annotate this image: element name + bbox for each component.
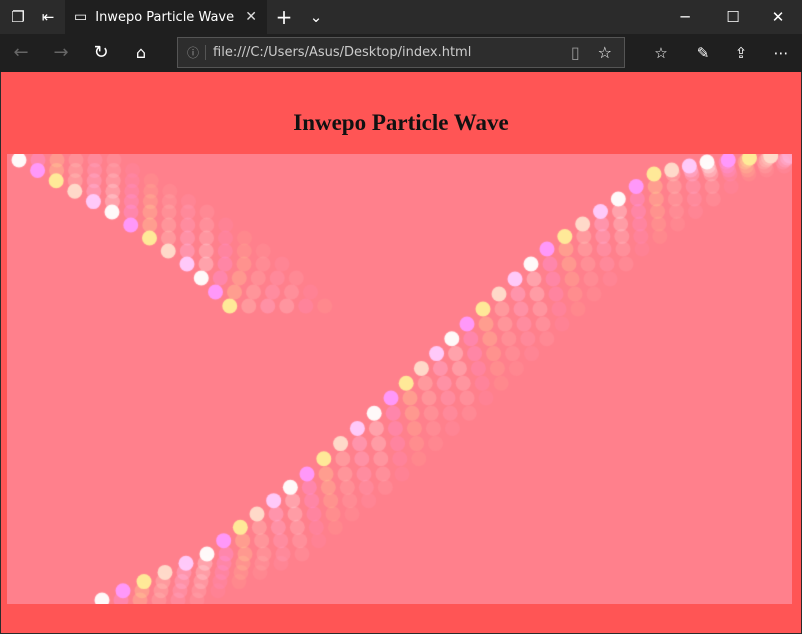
- tab-title: Inwepo Particle Wave: [95, 9, 235, 25]
- close-window-icon[interactable]: ✕: [763, 0, 793, 34]
- title-bar: ❐ ⇤ ▭ Inwepo Particle Wave ✕ + ⌄ ─ ☐ ✕: [0, 0, 802, 34]
- set-aside-tabs-icon[interactable]: ⇤: [34, 0, 62, 34]
- maximize-icon[interactable]: ☐: [718, 0, 748, 34]
- info-icon[interactable]: ⓘ: [187, 44, 199, 61]
- page-icon: ▭: [74, 9, 88, 25]
- more-icon[interactable]: ⋯: [766, 36, 796, 70]
- pen-icon[interactable]: ✎: [688, 36, 718, 70]
- reading-view-icon[interactable]: ▯: [571, 43, 580, 62]
- page-content: Inwepo Particle Wave: [1, 72, 801, 633]
- url-text[interactable]: file:///C:/Users/Asus/Desktop/index.html: [205, 45, 571, 60]
- nav-bar: ← → ↻ ⌂ ⓘ file:///C:/Users/Asus/Desktop/…: [0, 34, 802, 72]
- back-icon[interactable]: ←: [6, 36, 36, 70]
- page-title: Inwepo Particle Wave: [293, 110, 509, 135]
- minimize-icon[interactable]: ─: [670, 0, 700, 34]
- share-icon[interactable]: ⇪: [726, 36, 756, 70]
- refresh-icon[interactable]: ↻: [86, 36, 116, 70]
- home-icon[interactable]: ⌂: [126, 36, 156, 70]
- tab-active[interactable]: ▭ Inwepo Particle Wave ✕: [65, 0, 267, 34]
- tab-manager-icon[interactable]: ❐: [4, 0, 32, 34]
- particle-wave-canvas: [7, 154, 792, 604]
- close-tab-icon[interactable]: ✕: [245, 9, 257, 25]
- chevron-down-icon[interactable]: ⌄: [302, 0, 330, 34]
- favorite-star-icon[interactable]: ☆: [598, 43, 612, 62]
- forward-icon[interactable]: →: [46, 36, 76, 70]
- favorites-list-icon[interactable]: ☆: [646, 36, 676, 70]
- new-tab-icon[interactable]: +: [270, 0, 298, 34]
- address-bar[interactable]: ⓘ file:///C:/Users/Asus/Desktop/index.ht…: [177, 37, 625, 68]
